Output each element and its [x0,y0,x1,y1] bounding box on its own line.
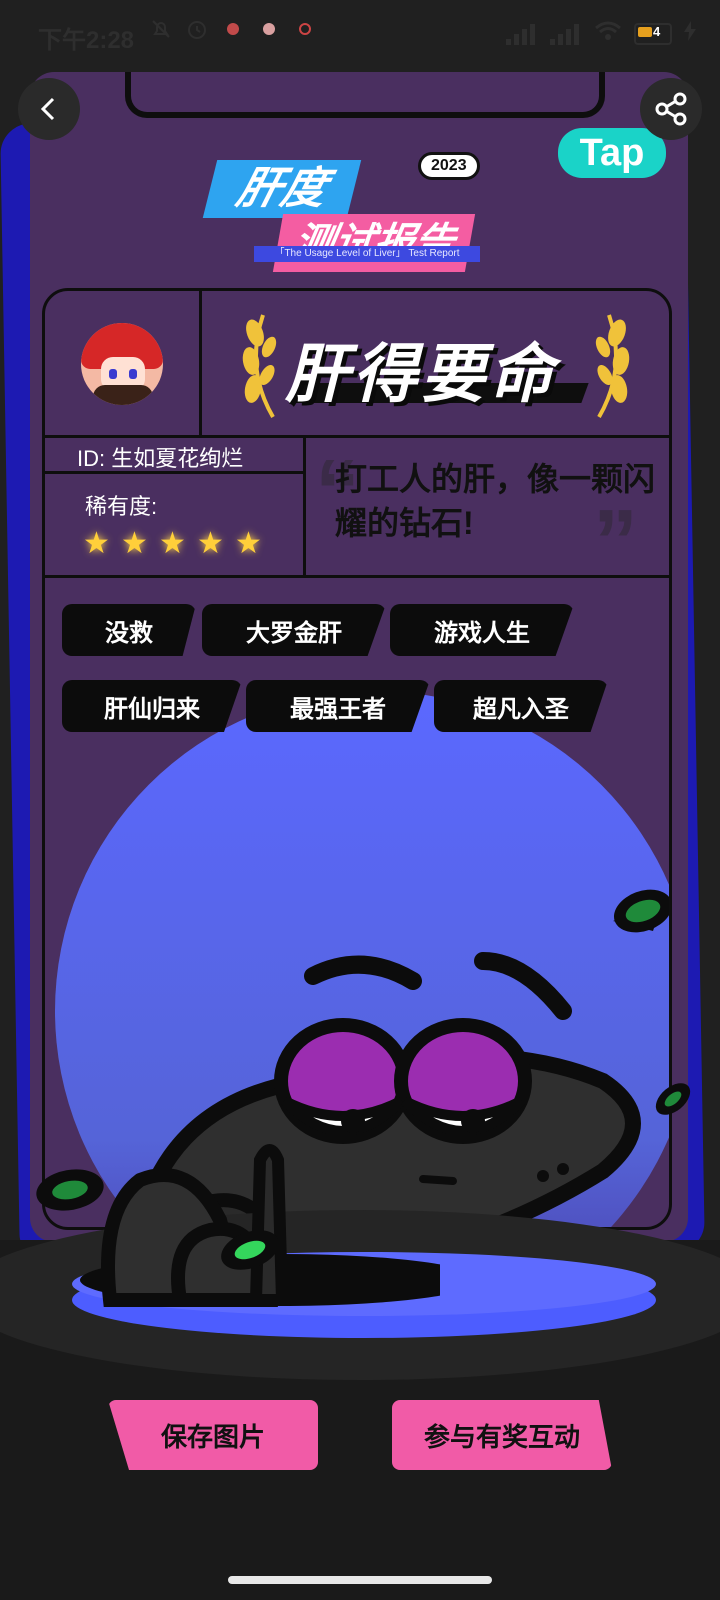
cellular-signal-icon [506,23,538,45]
user-id: ID: 生如夏花绚烂 [77,446,244,471]
tag-chip: 游戏人生 [390,604,574,656]
divider [45,575,669,578]
rarity-label: 稀有度: [85,494,158,519]
title-top: 肝度 [202,160,362,218]
status-time: 下午2:28 [38,27,135,54]
card-notch [125,72,605,118]
home-indicator[interactable] [228,1576,492,1584]
rarity-stars: ★ ★ ★ ★ ★ [83,529,265,559]
back-button[interactable] [18,78,80,140]
leaf-icon [655,1083,691,1115]
divider [303,435,306,575]
star-icon: ★ [197,527,224,560]
title-subtitle: 「The Usage Level of Liver」 Test Report [254,246,480,262]
alarm-clock-icon [186,18,208,40]
tap-logo: Tap [558,128,666,178]
app-notification-icon [258,18,280,40]
status-notification-icons [150,18,316,40]
app-notification-icon [222,18,244,40]
title-year-badge: 2023 [418,152,480,180]
star-icon: ★ [159,527,186,560]
star-icon: ★ [83,527,110,560]
share-button[interactable] [640,78,702,140]
tag-chip: 最强王者 [246,680,430,732]
share-icon [655,92,687,126]
laurel-left-icon [242,314,277,419]
status-bar: 下午2:28 4 [0,0,720,70]
tag-chip: 肝仙归来 [62,680,242,732]
tag-chip: 没救 [62,604,196,656]
divider [45,435,669,438]
save-image-button[interactable]: 保存图片 [108,1400,318,1470]
star-icon: ★ [235,527,262,560]
tag-chip: 超凡入圣 [434,680,608,732]
mascot-foreground [36,1144,440,1307]
divider [199,291,202,435]
chevron-left-icon [40,97,55,121]
quote-text: 打工人的肝，像一颗闪耀的钻石! [335,461,656,541]
battery-icon: 4 [634,22,672,45]
star-icon: ★ [121,527,148,560]
title-bottom: 测试报告 [272,214,476,272]
app-notification-icon [294,18,316,40]
cellular-signal-icon [550,23,582,45]
mute-bell-icon [150,18,172,40]
tag-chip: 大罗金肝 [202,604,386,656]
charging-icon [684,21,696,46]
laurel-right-icon [595,314,630,419]
rank-title: 肝得要命 [285,338,557,410]
status-system-icons: 4 [506,20,696,47]
join-event-button[interactable]: 参与有奖互动 [392,1400,612,1470]
wifi-icon [594,20,622,47]
avatar [81,323,163,405]
